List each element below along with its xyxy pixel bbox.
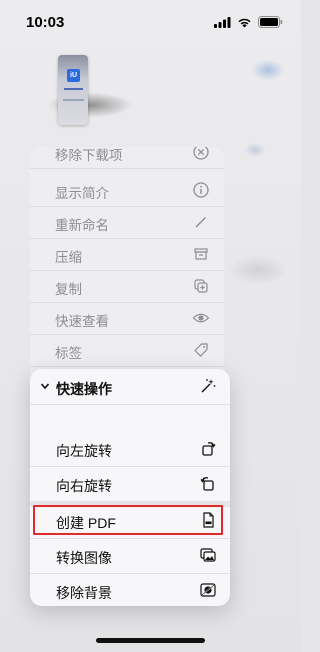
menu-item-rename[interactable]: 重新命名	[30, 206, 224, 239]
pencil-icon	[195, 217, 206, 228]
status-time: 10:03	[26, 14, 65, 31]
status-icons	[214, 16, 283, 28]
magic-wand-icon	[201, 379, 216, 393]
quick-actions-header[interactable]: 快速操作	[30, 369, 230, 405]
signal-icon	[214, 16, 231, 28]
chevron-down-icon	[40, 383, 50, 390]
quick-actions-menu: 快速操作 向左旋转 向右旋转 创建 PDF 转换图像 移除背景	[30, 369, 230, 606]
menu-item-duplicate[interactable]: 复制	[30, 270, 224, 303]
info-circle-icon	[193, 182, 209, 198]
tag-icon	[194, 343, 208, 357]
menu-item-rotate-left[interactable]: 向左旋转	[30, 431, 230, 467]
context-menu: 移除下载项 显示简介 重新命名 压缩 复制 快速查看 标签	[30, 147, 224, 407]
home-indicator[interactable]	[96, 638, 205, 643]
quick-actions-title: 快速操作	[56, 381, 112, 397]
menu-item-label: 重新命名	[55, 218, 109, 233]
remove-background-icon	[200, 583, 216, 597]
convert-image-icon	[200, 548, 216, 562]
menu-item-label: 快速查看	[55, 314, 109, 329]
menu-item-label: 向右旋转	[56, 478, 112, 494]
rotate-right-icon	[200, 477, 214, 491]
thumbnail-line	[63, 99, 84, 101]
menu-item-label: 标签	[55, 346, 82, 361]
menu-item-convert-image[interactable]: 转换图像	[30, 538, 230, 574]
thumbnail-logo: iU	[67, 69, 80, 82]
wifi-icon	[238, 18, 251, 27]
menu-item-label: 转换图像	[56, 550, 112, 566]
menu-item-label: 向左旋转	[56, 443, 112, 459]
menu-item-rotate-right[interactable]: 向右旋转	[30, 466, 230, 501]
menu-item-remove-background[interactable]: 移除背景	[30, 573, 230, 606]
xmark-circle-icon	[193, 147, 209, 160]
menu-item-remove-download[interactable]: 移除下载项	[30, 147, 224, 169]
menu-item-label: 创建 PDF	[56, 515, 116, 531]
menu-item-label: 压缩	[55, 250, 82, 265]
file-thumbnail[interactable]: iU	[58, 55, 88, 125]
menu-item-label: 复制	[55, 282, 82, 297]
menu-item-show-info[interactable]: 显示简介	[30, 174, 224, 207]
thumbnail-line	[64, 88, 83, 90]
menu-item-quick-look[interactable]: 快速查看	[30, 302, 224, 335]
archive-box-icon	[194, 248, 208, 260]
menu-item-label: 移除背景	[56, 585, 112, 601]
eye-icon	[192, 313, 210, 323]
menu-item-label: 显示简介	[55, 186, 109, 201]
duplicate-icon	[194, 279, 208, 293]
menu-item-tags[interactable]: 标签	[30, 334, 224, 367]
menu-item-label: 移除下载项	[55, 148, 123, 163]
status-bar: 10:03	[0, 0, 301, 44]
pdf-document-icon	[203, 512, 214, 528]
menu-item-create-pdf[interactable]: 创建 PDF	[30, 503, 230, 539]
battery-icon	[258, 16, 283, 28]
rotate-left-icon	[202, 442, 216, 456]
menu-item-compress[interactable]: 压缩	[30, 238, 224, 271]
